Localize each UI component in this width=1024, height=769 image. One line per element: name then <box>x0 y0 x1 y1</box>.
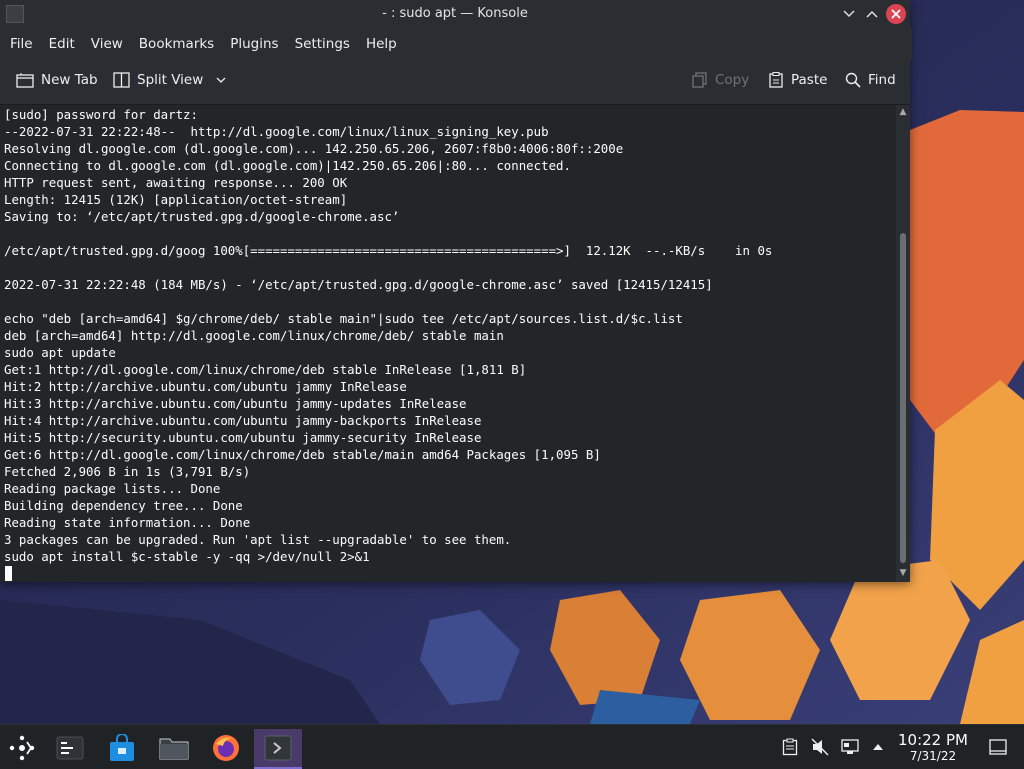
discover-store[interactable] <box>100 729 144 767</box>
taskbar: 10:22 PM 7/31/22 <box>0 724 1024 769</box>
title-bar[interactable]: - : sudo apt — Konsole <box>0 0 910 28</box>
terminal-output: [sudo] password for dartz: --2022-07-31 … <box>0 106 772 565</box>
terminal-line: Saving to: ‘/etc/apt/trusted.gpg.d/googl… <box>4 209 400 224</box>
copy-label: Copy <box>715 72 750 88</box>
dolphin-files[interactable] <box>152 729 196 767</box>
task-overview-icon <box>56 736 84 760</box>
paste-icon <box>769 72 783 88</box>
firefox[interactable] <box>204 729 248 767</box>
minimize-button[interactable] <box>839 4 859 24</box>
terminal-line: Get:6 http://dl.google.com/linux/chrome/… <box>4 447 601 462</box>
chevron-down-icon <box>843 10 855 18</box>
terminal-line: Resolving dl.google.com (dl.google.com).… <box>4 141 624 156</box>
clock-date[interactable]: 7/31/22 <box>896 749 970 763</box>
search-icon <box>845 72 861 88</box>
menu-plugins[interactable]: Plugins <box>222 36 286 52</box>
terminal-line: Hit:4 http://archive.ubuntu.com/ubuntu j… <box>4 413 482 428</box>
menu-bar: File Edit View Bookmarks Plugins Setting… <box>0 28 912 60</box>
terminal-area[interactable]: [sudo] password for dartz: --2022-07-31 … <box>0 105 896 582</box>
copy-button[interactable]: Copy <box>692 72 749 88</box>
terminal-line: Connecting to dl.google.com (dl.google.c… <box>4 158 571 173</box>
terminal-line: deb [arch=amd64] http://dl.google.com/li… <box>4 328 504 343</box>
terminal-line: Hit:2 http://archive.ubuntu.com/ubuntu j… <box>4 379 407 394</box>
find-button[interactable]: Find <box>845 72 896 88</box>
scroll-up-arrow-icon[interactable]: ▲ <box>896 107 910 119</box>
konsole-icon <box>264 735 292 761</box>
terminal-line: echo "deb [arch=amd64] $g/chrome/deb/ st… <box>4 311 683 326</box>
menu-bookmarks[interactable]: Bookmarks <box>131 36 222 52</box>
maximize-button[interactable] <box>862 4 882 24</box>
menu-edit[interactable]: Edit <box>41 36 83 52</box>
terminal-line: /etc/apt/trusted.gpg.d/goog 100%[=======… <box>4 243 773 258</box>
clipboard-icon <box>782 738 798 756</box>
split-view-icon <box>113 72 130 88</box>
clipboard-tray[interactable] <box>780 737 800 757</box>
terminal-line: 3 packages can be upgraded. Run 'apt lis… <box>4 532 512 547</box>
volume-muted-icon <box>811 738 829 756</box>
new-tab-icon <box>16 73 34 88</box>
split-view-label: Split View <box>137 72 204 88</box>
terminal-line: [sudo] password for dartz: <box>4 107 198 122</box>
menu-file[interactable]: File <box>2 36 41 52</box>
terminal-line: --2022-07-31 22:22:48-- http://dl.google… <box>4 124 549 139</box>
toolbar: New Tab Split View Copy Paste Find <box>0 60 910 105</box>
terminal-line: Get:1 http://dl.google.com/linux/chrome/… <box>4 362 527 377</box>
paste-label: Paste <box>791 72 828 88</box>
paste-button[interactable]: Paste <box>768 72 827 88</box>
terminal-line: 2022-07-31 22:22:48 (184 MB/s) - ‘/etc/a… <box>4 277 713 292</box>
menu-view[interactable]: View <box>83 36 131 52</box>
close-icon <box>891 9 901 19</box>
menu-settings[interactable]: Settings <box>287 36 358 52</box>
chevron-down-icon <box>216 77 226 83</box>
terminal-line: Reading state information... Done <box>4 515 251 530</box>
konsole-task[interactable] <box>254 729 302 769</box>
discover-store-icon <box>110 734 134 761</box>
dolphin-files-icon <box>159 738 189 760</box>
menu-help[interactable]: Help <box>358 36 405 52</box>
scroll-down-arrow-icon[interactable]: ▼ <box>896 568 910 580</box>
close-button[interactable] <box>886 4 906 24</box>
volume-tray[interactable] <box>810 737 830 757</box>
scrollbar-thumb[interactable] <box>900 233 906 563</box>
window-title: - : sudo apt — Konsole <box>382 6 528 21</box>
show-hidden-icons[interactable] <box>868 737 888 757</box>
konsole-window: - : sudo apt — Konsole File Edit View Bo… <box>0 0 912 582</box>
new-tab-button[interactable]: New Tab <box>16 72 98 88</box>
show-desktop-icon <box>989 739 1007 755</box>
firefox-icon <box>213 735 239 761</box>
task-overview[interactable] <box>48 729 92 767</box>
new-tab-label: New Tab <box>41 72 98 88</box>
network-tray[interactable] <box>840 737 860 757</box>
terminal-line: sudo apt install $c-stable -y -qq >/dev/… <box>4 549 370 564</box>
terminal-line: Length: 12415 (12K) [application/octet-s… <box>4 192 348 207</box>
terminal-line: Reading package lists... Done <box>4 481 221 496</box>
show-desktop-button[interactable] <box>988 737 1008 757</box>
find-label: Find <box>868 72 896 88</box>
terminal-line: Hit:5 http://security.ubuntu.com/ubuntu … <box>4 430 482 445</box>
terminal-line: Building dependency tree... Done <box>4 498 243 513</box>
network-wired-icon <box>841 739 859 754</box>
terminal-line: HTTP request sent, awaiting response... … <box>4 175 348 190</box>
application-launcher-icon <box>9 735 35 761</box>
copy-icon <box>692 72 707 88</box>
terminal-line: Hit:3 http://archive.ubuntu.com/ubuntu j… <box>4 396 467 411</box>
terminal-line: Fetched 2,906 B in 1s (3,791 B/s) <box>4 464 251 479</box>
application-launcher[interactable] <box>0 729 44 767</box>
chevron-up-icon <box>866 10 878 18</box>
terminal-scrollbar[interactable]: ▲ ▼ <box>896 105 910 582</box>
clock-time[interactable]: 10:22 PM <box>896 731 970 749</box>
split-view-button[interactable]: Split View <box>113 72 226 88</box>
chevron-up-icon <box>873 744 883 750</box>
terminal-line: sudo apt update <box>4 345 116 360</box>
terminal-cursor <box>5 566 12 581</box>
